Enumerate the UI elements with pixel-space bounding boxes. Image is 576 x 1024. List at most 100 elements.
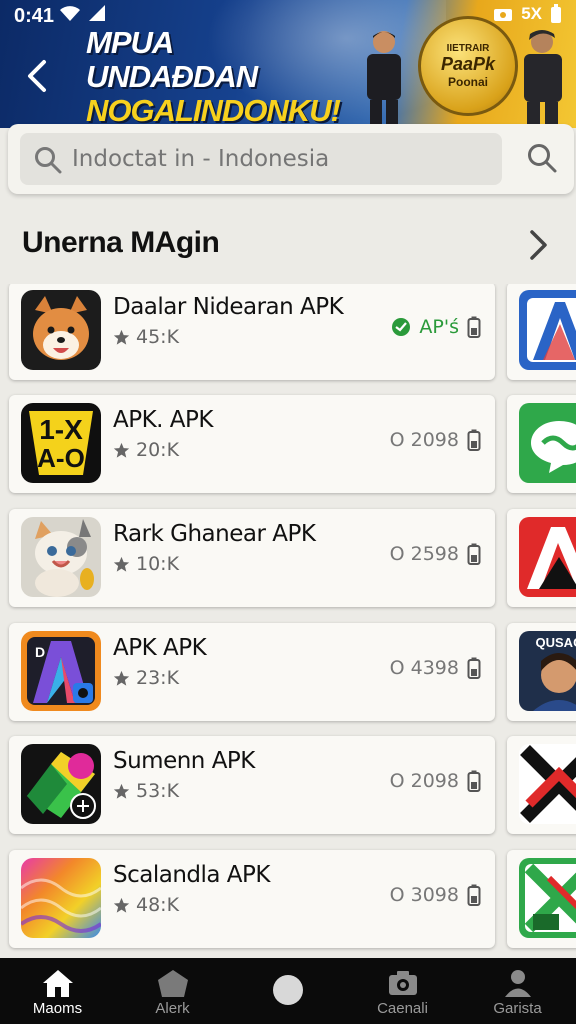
app-meta: O 2598 (390, 543, 481, 565)
app-list-item[interactable]: 1-X A-O APK. APK 20:K O 2098 (9, 395, 495, 493)
app-name: Daalar Nidearan APK (113, 294, 344, 320)
soldier-figure-2-icon (524, 30, 562, 128)
meta-value: O 2098 (389, 770, 459, 792)
star-icon (113, 556, 130, 572)
back-arrow-icon[interactable] (18, 56, 58, 96)
nav-item-center[interactable] (230, 958, 345, 1024)
app-list: Daalar Nidearan APK 45:K AP'ś 1-X A-O AP… (0, 284, 576, 956)
svg-text:A-O: A-O (37, 443, 85, 473)
side-app-card[interactable] (507, 850, 576, 948)
nav-item-alerk[interactable]: Alerk (115, 958, 230, 1024)
1x-ao-icon: 1-X A-O (21, 403, 101, 483)
battery-download-icon[interactable] (467, 770, 481, 792)
meta-value: O 2598 (389, 543, 459, 565)
nav-label: Alerk (155, 1000, 190, 1017)
star-icon (113, 670, 130, 686)
nav-item-profile[interactable]: Garista (460, 958, 575, 1024)
colorful-shapes-icon (21, 744, 101, 824)
award-badge: IIETRAIR PaaPk Poonai (418, 16, 518, 116)
house-outline-icon (158, 970, 188, 997)
side-app-card[interactable] (507, 395, 576, 493)
app-meta: O 4398 (390, 657, 481, 679)
meta-value: O 3098 (389, 884, 459, 906)
svg-text:D: D (35, 644, 45, 660)
star-icon (113, 783, 130, 799)
soldier-figure-icon (367, 31, 401, 128)
hero-title-line1: MPUA UNDAĐDAN (86, 25, 258, 94)
app-list-item[interactable]: Daalar Nidearan APK 45:K AP'ś (9, 284, 495, 380)
bottom-nav: Maoms Alerk Caenali Garista (0, 958, 576, 1024)
app-name: APK. APK (113, 407, 214, 433)
section-title: Unerna MAgin (22, 226, 220, 259)
person-icon: QUSAC (519, 631, 576, 711)
side-app-card[interactable] (507, 736, 576, 834)
cat-icon (21, 517, 101, 597)
side-app-label: QUSAC (536, 635, 576, 650)
wifi-icon (60, 6, 80, 21)
rating-value: 53:K (136, 780, 180, 802)
meta-value: AP'ś (419, 316, 459, 338)
status-right-text: 5X (521, 4, 542, 23)
svg-text:1-X: 1-X (39, 414, 83, 445)
app-rating: 45:K (113, 326, 179, 348)
app-name: Rark Ghanear APK (113, 521, 316, 547)
meta-value: O 4398 (389, 657, 459, 679)
app-rating: 23:K (113, 667, 179, 689)
app-rating: 53:K (113, 780, 179, 802)
search-box[interactable] (20, 133, 502, 185)
nav-item-home[interactable]: Maoms (0, 958, 115, 1024)
letter-a-icon: D (21, 631, 101, 711)
app-name: Scalandla APK (113, 862, 270, 888)
app-meta: O 3098 (390, 884, 481, 906)
profile-icon (505, 970, 531, 997)
search-icon (35, 147, 62, 174)
rating-value: 20:K (136, 439, 180, 461)
camera-status-icon (494, 9, 513, 21)
app-rating: 20:K (113, 439, 179, 461)
chevron-right-icon[interactable] (524, 228, 552, 262)
side-app-card[interactable] (507, 509, 576, 607)
shiba-dog-icon (21, 290, 101, 370)
star-icon (113, 442, 130, 458)
nav-item-camera[interactable]: Caenali (345, 958, 460, 1024)
app-meta: AP'ś (391, 316, 481, 338)
red-x-icon (519, 744, 576, 824)
app-name: APK APK (113, 635, 207, 661)
section-header[interactable]: Unerna MAgin (0, 206, 576, 282)
red-a-icon (519, 517, 576, 597)
app-meta: O 2098 (390, 770, 481, 792)
nav-label: Maoms (32, 1000, 83, 1017)
search-input[interactable] (72, 133, 492, 185)
nav-label: Garista (493, 1000, 542, 1017)
app-list-item[interactable]: Sumenn APK 53:K O 2098 (9, 736, 495, 834)
meta-value: O 2098 (389, 429, 459, 451)
blue-a-icon (519, 290, 576, 370)
app-name: Sumenn APK (113, 748, 255, 774)
gradient-waves-icon (21, 858, 101, 938)
badge-line2: PaaPk (440, 54, 496, 74)
badge-line3: Poonai (447, 75, 488, 89)
battery-download-icon[interactable] (467, 429, 481, 451)
search-card (8, 124, 574, 194)
battery-download-icon[interactable] (467, 316, 481, 338)
badge-line1: IIETRAIR (446, 43, 490, 54)
app-rating: 10:K (113, 553, 179, 575)
side-app-card[interactable]: QUSAC (507, 623, 576, 721)
status-icons (58, 4, 106, 22)
app-list-item[interactable]: Rark Ghanear APK 10:K O 2598 (9, 509, 495, 607)
battery-download-icon[interactable] (467, 884, 481, 906)
green-x-icon (519, 858, 576, 938)
green-badge-icon (392, 318, 411, 336)
status-right: 5X (493, 4, 562, 24)
hero-banner: 0:41 5X MPUA UNDAĐDAN NOGALINDONKU! IIET… (0, 0, 576, 128)
search-button-icon[interactable] (526, 142, 558, 174)
app-meta: O 2098 (390, 429, 481, 451)
signal-icon (89, 5, 105, 21)
side-app-card[interactable] (507, 284, 576, 380)
battery-icon (551, 4, 561, 23)
battery-download-icon[interactable] (467, 657, 481, 679)
battery-download-icon[interactable] (467, 543, 481, 565)
app-list-item[interactable]: D APK APK 23:K O 4398 (9, 623, 495, 721)
app-list-item[interactable]: Scalandla APK 48:K O 3098 (9, 850, 495, 948)
rating-value: 48:K (136, 894, 180, 916)
